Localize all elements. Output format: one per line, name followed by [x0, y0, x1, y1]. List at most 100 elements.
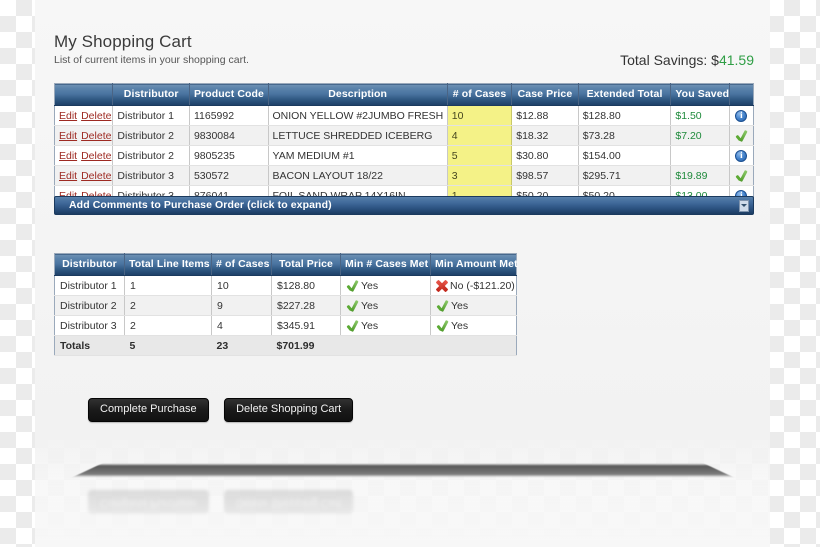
delete-link[interactable]: Delete [81, 130, 111, 142]
sum-col-min-cases-met: Min # Cases Met [340, 253, 431, 276]
cell-case-price: $12.88 [511, 105, 579, 126]
col-description[interactable]: Description [268, 83, 448, 106]
cell-cases[interactable]: 3 [446, 165, 513, 186]
cell-total-line-items: 1 [124, 275, 212, 296]
col-actions [54, 83, 114, 106]
cell-product-code: 9805235 [189, 145, 269, 166]
edit-link[interactable]: Edit [59, 110, 77, 122]
delete-link[interactable]: Delete [81, 150, 111, 162]
cell-description: ONION YELLOW #2JUMBO FRESH [268, 105, 448, 126]
delete-link[interactable]: Delete [81, 110, 111, 122]
row-actions: Edit Delete [54, 125, 114, 146]
info-icon[interactable] [735, 149, 748, 162]
page-sheet: My Shopping Cart List of current items i… [35, 0, 770, 440]
sum-col-cases: # of Cases [211, 253, 272, 276]
total-savings-amount: 41.59 [718, 52, 754, 68]
table-row: Edit Delete Distributor 2 9805235 YAM MEDIUM… [54, 145, 754, 166]
cell-total-price: $128.80 [271, 275, 341, 296]
cell-distributor: Distributor 3 [112, 165, 190, 186]
cell-extended-total: $73.28 [578, 125, 672, 146]
cell-total-price: $345.91 [271, 315, 341, 336]
check-icon [346, 300, 359, 312]
table-row: Distributor 3 2 4 $345.91 Yes Yes [54, 315, 517, 336]
cell-total-price: $227.28 [271, 295, 341, 316]
totals-min-cases [340, 335, 431, 356]
cell-status-icon [729, 145, 754, 166]
row-actions: Edit Delete [54, 165, 114, 186]
cell-extended-total: $128.80 [578, 105, 672, 126]
cell-status-icon [729, 165, 754, 186]
cell-min-amount-met: No (-$121.20) [430, 275, 517, 296]
table-row: Distributor 2 2 9 $227.28 Yes Yes [54, 295, 517, 316]
add-comments-label: Add Comments to Purchase Order (click to… [69, 199, 332, 211]
table-row: Edit Delete Distributor 3 530572 BACON LAYOU… [54, 165, 754, 186]
cell-you-saved: $1.50 [670, 105, 730, 126]
reflection-buttons: Complete Purchase Delete Shopping Cart [88, 490, 354, 514]
info-icon[interactable] [735, 109, 748, 122]
check-icon [436, 320, 449, 332]
cell-cases[interactable]: 5 [446, 145, 513, 166]
cell-description: BACON LAYOUT 18/22 [268, 165, 448, 186]
cell-product-code: 9830084 [189, 125, 269, 146]
x-icon [436, 280, 448, 292]
cell-distributor: Distributor 2 [112, 125, 190, 146]
cell-distributor: Distributor 2 [54, 295, 125, 316]
totals-label: Totals [54, 335, 125, 356]
cell-extended-total: $154.00 [578, 145, 672, 166]
cell-distributor: Distributor 3 [54, 315, 125, 336]
cell-cases[interactable]: 10 [446, 105, 513, 126]
cell-status-icon [729, 105, 754, 126]
table-row: Distributor 1 1 10 $128.80 Yes No (-$121.20) [54, 275, 517, 296]
cell-min-cases-met: Yes [340, 315, 431, 336]
cart-table-body: Edit Delete Distributor 1 1165992 ONION YELL… [54, 105, 754, 206]
cell-case-price: $18.32 [511, 125, 579, 146]
check-icon [346, 280, 359, 292]
cart-table: Distributor Product Code Description # o… [54, 83, 754, 206]
check-icon [735, 170, 748, 182]
cell-distributor: Distributor 1 [112, 105, 190, 126]
totals-line-items: 5 [124, 335, 212, 356]
chevron-down-icon[interactable] [739, 200, 749, 212]
add-comments-bar[interactable]: Add Comments to Purchase Order (click to… [54, 196, 754, 215]
cell-total-line-items: 2 [124, 295, 212, 316]
total-savings: Total Savings: $41.59 [620, 52, 754, 68]
edit-link[interactable]: Edit [59, 170, 77, 182]
action-button-row: Complete Purchase Delete Shopping Cart [88, 398, 354, 422]
sum-col-total-price: Total Price [271, 253, 341, 276]
col-case-price[interactable]: Case Price [511, 83, 579, 106]
sum-col-min-amount-met: Min Amount Met [430, 253, 518, 276]
reflection-sheet [35, 440, 770, 547]
col-cases[interactable]: # of Cases [447, 83, 513, 106]
check-icon [436, 300, 449, 312]
col-you-saved[interactable]: You Saved [670, 83, 730, 106]
edit-link[interactable]: Edit [59, 130, 77, 142]
totals-row: Totals 5 23 $701.99 [54, 335, 517, 356]
sum-col-total-line-items: Total Line Items [124, 253, 212, 276]
cell-cases[interactable]: 4 [446, 125, 513, 146]
cell-case-price: $98.57 [511, 165, 579, 186]
page-header: My Shopping Cart List of current items i… [54, 32, 756, 82]
row-actions: Edit Delete [54, 145, 114, 166]
delete-shopping-cart-button[interactable]: Delete Shopping Cart [224, 398, 354, 422]
cell-product-code: 530572 [189, 165, 269, 186]
col-product-code[interactable]: Product Code [189, 83, 269, 106]
complete-purchase-button[interactable]: Complete Purchase [88, 398, 209, 422]
page-title: My Shopping Cart [54, 32, 192, 51]
cell-product-code: 1165992 [189, 105, 269, 126]
check-icon [346, 320, 359, 332]
delete-link[interactable]: Delete [81, 170, 111, 182]
cell-min-cases-met: Yes [340, 275, 431, 296]
reflection-delete-cart: Delete Shopping Cart [224, 490, 354, 514]
col-distributor[interactable]: Distributor [112, 83, 190, 106]
col-extended-total[interactable]: Extended Total [578, 83, 672, 106]
cell-cases: 9 [211, 295, 272, 316]
cell-status-icon [729, 125, 754, 146]
edit-link[interactable]: Edit [59, 150, 77, 162]
table-row: Edit Delete Distributor 2 9830084 LETTUCE SH… [54, 125, 754, 146]
cell-min-amount-met: Yes [430, 295, 517, 316]
totals-cases: 23 [211, 335, 272, 356]
cell-distributor: Distributor 2 [112, 145, 190, 166]
page-reflection: Complete Purchase Delete Shopping Cart [35, 440, 770, 547]
totals-min-amount [430, 335, 517, 356]
cell-min-cases-met: Yes [340, 295, 431, 316]
